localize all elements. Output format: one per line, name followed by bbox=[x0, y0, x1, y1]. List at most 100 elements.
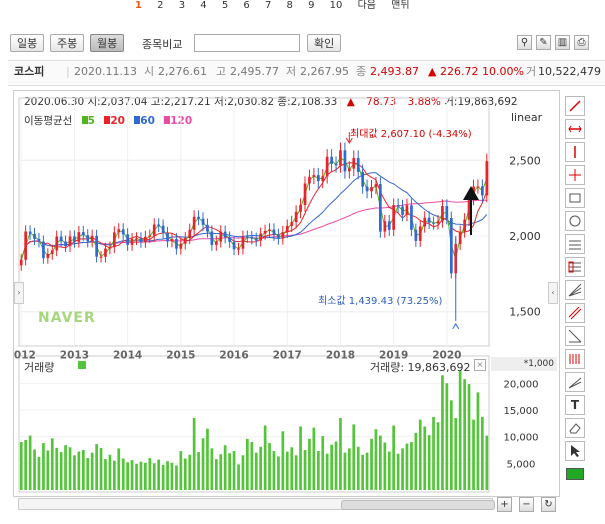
vertical-line-tool-icon[interactable] bbox=[565, 142, 585, 162]
cycle-lines-tool-icon[interactable] bbox=[565, 349, 585, 369]
candle-body bbox=[152, 224, 156, 236]
volume-bar bbox=[325, 453, 329, 490]
candle-body bbox=[325, 156, 329, 177]
candle-body bbox=[73, 236, 76, 242]
trendline-tool-icon[interactable] bbox=[565, 96, 585, 116]
candle-body bbox=[192, 216, 196, 230]
volume-bar bbox=[458, 370, 462, 490]
page-link[interactable]: 5 bbox=[222, 0, 228, 11]
zoom-out-icon[interactable]: − bbox=[519, 497, 534, 512]
page-link[interactable]: 6 bbox=[243, 0, 249, 11]
color-picker[interactable] bbox=[565, 464, 585, 484]
volume-bar bbox=[334, 441, 338, 490]
year-tick-label: 2016 bbox=[219, 350, 248, 362]
candle-body bbox=[210, 231, 214, 245]
parallel-line-tool-icon[interactable] bbox=[565, 303, 585, 323]
left-collapse-handle[interactable]: › bbox=[14, 282, 24, 304]
volume-bar bbox=[343, 452, 347, 490]
page-link[interactable]: 8 bbox=[287, 0, 293, 11]
page-link[interactable]: 9 bbox=[308, 0, 314, 11]
candle-body bbox=[401, 206, 404, 215]
page-link[interactable]: 7 bbox=[265, 0, 271, 11]
candle-body bbox=[334, 163, 338, 166]
open-label: 시 bbox=[144, 65, 155, 78]
page-link[interactable]: 2 bbox=[157, 0, 163, 11]
price-chart[interactable]: 1,500 2,000 2,500 5,000 10,000 15,000 20,000 20… bbox=[13, 90, 558, 495]
volume-bar bbox=[250, 442, 254, 490]
price-tick-label: 1,500 bbox=[509, 306, 541, 319]
gann-tool-icon[interactable] bbox=[565, 326, 585, 346]
candle-body bbox=[139, 238, 143, 242]
settings-icon[interactable]: ⚲ bbox=[517, 35, 532, 50]
candle-body bbox=[33, 233, 36, 239]
volume-bar bbox=[219, 454, 223, 490]
weekly-button[interactable]: 주봉 bbox=[50, 34, 85, 52]
zoom-in-icon[interactable]: + bbox=[497, 497, 512, 512]
volume-bar bbox=[33, 449, 36, 490]
volume-bar bbox=[361, 454, 364, 490]
page-link[interactable]: 4 bbox=[200, 0, 206, 11]
page-link[interactable]: 10 bbox=[330, 0, 343, 11]
candle-body bbox=[285, 225, 289, 233]
volume-bar bbox=[348, 448, 351, 490]
volume-bar bbox=[28, 435, 32, 490]
fibonacci-tool-icon[interactable] bbox=[565, 257, 585, 277]
edit-icon[interactable]: ✎ bbox=[536, 35, 551, 50]
page-link[interactable]: 3 bbox=[179, 0, 185, 11]
volume-bar bbox=[139, 461, 143, 490]
volume-bar bbox=[436, 422, 440, 490]
panel-icon[interactable]: ▥ bbox=[555, 35, 570, 50]
volume-swatch bbox=[78, 361, 86, 369]
candle-body bbox=[414, 229, 418, 241]
candle-body bbox=[259, 233, 262, 241]
volume-bar bbox=[50, 438, 54, 490]
volume-close-icon[interactable]: × bbox=[474, 359, 486, 371]
open-value: 2,276.61 bbox=[158, 65, 207, 78]
candle-body bbox=[117, 229, 121, 233]
right-collapse-handle[interactable]: ‹ bbox=[548, 282, 558, 304]
volume-bar bbox=[24, 439, 27, 490]
pointer-tool-icon[interactable] bbox=[565, 441, 585, 461]
speed-lines-tool-icon[interactable] bbox=[565, 372, 585, 392]
horizontal-line-tool-icon[interactable] bbox=[565, 119, 585, 139]
confirm-button[interactable]: 확인 bbox=[307, 34, 342, 52]
compare-input[interactable] bbox=[194, 34, 300, 52]
candle-body bbox=[485, 161, 489, 196]
scrollbar-thumb[interactable] bbox=[341, 500, 495, 510]
stock-name: 코스피 bbox=[14, 65, 45, 78]
print-icon[interactable]: ⎙ bbox=[574, 35, 589, 50]
rectangle-tool-icon[interactable] bbox=[565, 188, 585, 208]
max-annotation: 최대값 2,607.10 (-4.34%) bbox=[350, 129, 472, 140]
volume-current: 거래량: 19,863,692 bbox=[370, 359, 471, 375]
fan-tool-icon[interactable] bbox=[565, 280, 585, 300]
time-scrollbar[interactable] bbox=[18, 498, 495, 510]
page-last[interactable]: 맨뒤 bbox=[391, 0, 409, 11]
channel-tool-icon[interactable] bbox=[565, 234, 585, 254]
candle-body bbox=[308, 176, 311, 184]
min-arrow bbox=[452, 322, 460, 330]
quote-bar: 코스피 | 2020.11.13 시 2,276.61 고 2,495.77 저… bbox=[8, 60, 605, 86]
candle-body bbox=[121, 229, 125, 235]
candle-body bbox=[157, 224, 160, 226]
volume-bar bbox=[423, 426, 427, 490]
candle-body bbox=[215, 241, 218, 245]
page-link-current[interactable]: 1 bbox=[135, 0, 142, 11]
volume-bar bbox=[188, 454, 192, 490]
monthly-button[interactable]: 월봉 bbox=[90, 34, 125, 52]
candle-body bbox=[250, 236, 254, 239]
text-tool-icon[interactable]: T bbox=[565, 395, 585, 415]
volume-bar bbox=[73, 455, 76, 490]
eraser-tool-icon[interactable] bbox=[565, 418, 585, 438]
candle-body bbox=[361, 171, 364, 187]
volume-bar bbox=[418, 419, 422, 490]
daily-button[interactable]: 일봉 bbox=[10, 34, 45, 52]
candle-body bbox=[179, 243, 183, 249]
volume-bar bbox=[130, 460, 134, 490]
volume-bar bbox=[179, 451, 183, 490]
page-next[interactable]: 다음 bbox=[358, 0, 376, 11]
volume-tick-label: 15,000 bbox=[504, 406, 539, 417]
crosshair-tool-icon[interactable] bbox=[565, 165, 585, 185]
refresh-icon[interactable]: ↻ bbox=[541, 497, 556, 512]
ellipse-tool-icon[interactable] bbox=[565, 211, 585, 231]
candle-body bbox=[77, 232, 81, 242]
